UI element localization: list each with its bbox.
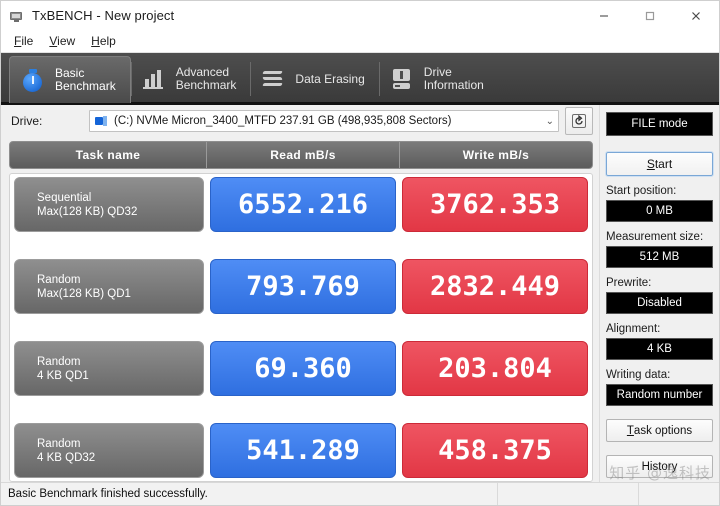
write-value: 458.375	[402, 423, 588, 478]
start-label-rest: tart	[654, 157, 673, 171]
menu-help-mnemonic: H	[91, 34, 100, 48]
tab-basic-benchmark-label: Basic Benchmark	[55, 66, 116, 93]
window-title: TxBENCH - New project	[32, 8, 175, 23]
menu-help-rest: elp	[99, 34, 116, 48]
title-bar: TxBENCH - New project	[1, 1, 719, 30]
measurement-size-value[interactable]: 512 MB	[606, 246, 713, 268]
stopwatch-icon	[20, 67, 46, 93]
drive-row: Drive: (C:) NVMe Micron_3400_MTFD 237.91…	[1, 105, 599, 137]
tab-advanced-benchmark[interactable]: Advanced Benchmark	[130, 56, 251, 102]
task-name-cell: Sequential Max(128 KB) QD32	[14, 177, 204, 232]
app-monitor-icon	[9, 8, 25, 24]
refresh-button[interactable]	[565, 107, 593, 135]
drive-selected-value: (C:) NVMe Micron_3400_MTFD 237.91 GB (49…	[114, 115, 452, 127]
file-mode-button[interactable]: FILE mode	[606, 112, 713, 136]
sidebar: FILE mode Start Start position: 0 MB Mea…	[599, 105, 719, 482]
minimize-button[interactable]	[581, 1, 627, 30]
menu-item-help[interactable]: Help	[85, 32, 124, 50]
start-position-value[interactable]: 0 MB	[606, 200, 713, 222]
read-value: 6552.216	[210, 177, 396, 232]
task-name-cell: Random Max(128 KB) QD1	[14, 259, 204, 314]
txbench-window: TxBENCH - New project File View Help Bas…	[0, 0, 720, 506]
tab-drive-information[interactable]: Drive Information	[378, 56, 498, 102]
history-button[interactable]: History	[606, 455, 713, 478]
menu-bar: File View Help	[1, 30, 719, 53]
prewrite-value[interactable]: Disabled	[606, 292, 713, 314]
read-value: 793.769	[210, 259, 396, 314]
measurement-size-label: Measurement size:	[606, 231, 704, 243]
chevron-down-icon: ⌄	[545, 115, 554, 127]
task-name-line2: Max(128 KB) QD1	[37, 287, 131, 300]
read-value: 69.360	[210, 341, 396, 396]
write-value: 2832.449	[402, 259, 588, 314]
tab-basic-benchmark[interactable]: Basic Benchmark	[9, 56, 131, 103]
task-options-button[interactable]: Task options	[606, 419, 713, 442]
results-panel: Task name Read mB/s Write mB/s Sequentia…	[9, 141, 593, 482]
writing-data-label: Writing data:	[606, 369, 671, 381]
task-name-cell: Random 4 KB QD32	[14, 423, 204, 478]
left-pane: Drive: (C:) NVMe Micron_3400_MTFD 237.91…	[1, 105, 599, 482]
body-area: Drive: (C:) NVMe Micron_3400_MTFD 237.91…	[1, 105, 719, 482]
menu-item-file[interactable]: File	[8, 32, 41, 50]
table-row: Random 4 KB QD1 69.360 203.804	[14, 341, 588, 396]
header-write: Write mB/s	[399, 142, 592, 168]
task-name-line1: Random	[37, 355, 81, 368]
status-bar: Basic Benchmark finished successfully.	[1, 482, 719, 505]
write-value: 3762.353	[402, 177, 588, 232]
drive-label: Drive:	[11, 114, 43, 128]
start-position-label: Start position:	[606, 185, 677, 197]
task-name-line2: 4 KB QD32	[37, 451, 96, 464]
menu-item-view[interactable]: View	[43, 32, 83, 50]
bar-chart-icon	[141, 66, 167, 92]
maximize-button[interactable]	[627, 1, 673, 30]
table-row: Random Max(128 KB) QD1 793.769 2832.449	[14, 259, 588, 314]
table-row: Sequential Max(128 KB) QD32 6552.216 376…	[14, 177, 588, 232]
task-options-mnemonic: T	[626, 424, 634, 437]
header-read: Read mB/s	[206, 142, 399, 168]
start-mnemonic: S	[646, 157, 655, 171]
close-button[interactable]	[673, 1, 719, 30]
task-name-line2: 4 KB QD1	[37, 369, 89, 382]
alignment-value[interactable]: 4 KB	[606, 338, 713, 360]
status-segment-3	[639, 483, 719, 505]
menu-view-mnemonic: V	[49, 34, 58, 48]
task-name-line2: Max(128 KB) QD32	[37, 205, 138, 218]
drive-info-icon	[389, 66, 415, 92]
task-name-line1: Random	[37, 437, 81, 450]
erase-wave-icon	[260, 66, 286, 92]
status-segment-2	[498, 483, 639, 505]
status-message: Basic Benchmark finished successfully.	[1, 483, 498, 505]
tab-strip: Basic Benchmark Advanced Benchmark Data …	[1, 53, 719, 105]
tab-advanced-benchmark-label: Advanced Benchmark	[175, 65, 237, 92]
start-button[interactable]: Start	[605, 151, 714, 177]
header-task-name: Task name	[75, 148, 141, 162]
task-name-cell: Random 4 KB QD1	[14, 341, 204, 396]
menu-view-rest: iew	[57, 34, 76, 48]
results-header-row: Task name Read mB/s Write mB/s	[9, 141, 593, 169]
refresh-icon	[572, 114, 586, 128]
task-name-line1: Sequential	[37, 191, 92, 204]
tab-data-erasing[interactable]: Data Erasing	[250, 56, 378, 102]
disk-drive-icon	[95, 115, 109, 127]
prewrite-label: Prewrite:	[606, 277, 652, 289]
table-row: Random 4 KB QD32 541.289 458.375	[14, 423, 588, 478]
alignment-label: Alignment:	[606, 323, 661, 335]
menu-file-rest: ile	[21, 34, 34, 48]
tab-data-erasing-label: Data Erasing	[295, 71, 365, 86]
writing-data-value[interactable]: Random number	[606, 384, 713, 406]
results-rows: Sequential Max(128 KB) QD32 6552.216 376…	[9, 173, 593, 482]
write-value: 203.804	[402, 341, 588, 396]
drive-select[interactable]: (C:) NVMe Micron_3400_MTFD 237.91 GB (49…	[89, 110, 559, 132]
tab-drive-information-label: Drive Information	[423, 65, 484, 92]
task-name-line1: Random	[37, 273, 81, 286]
read-value: 541.289	[210, 423, 396, 478]
task-options-rest: ask options	[633, 424, 693, 437]
window-controls	[581, 1, 719, 30]
